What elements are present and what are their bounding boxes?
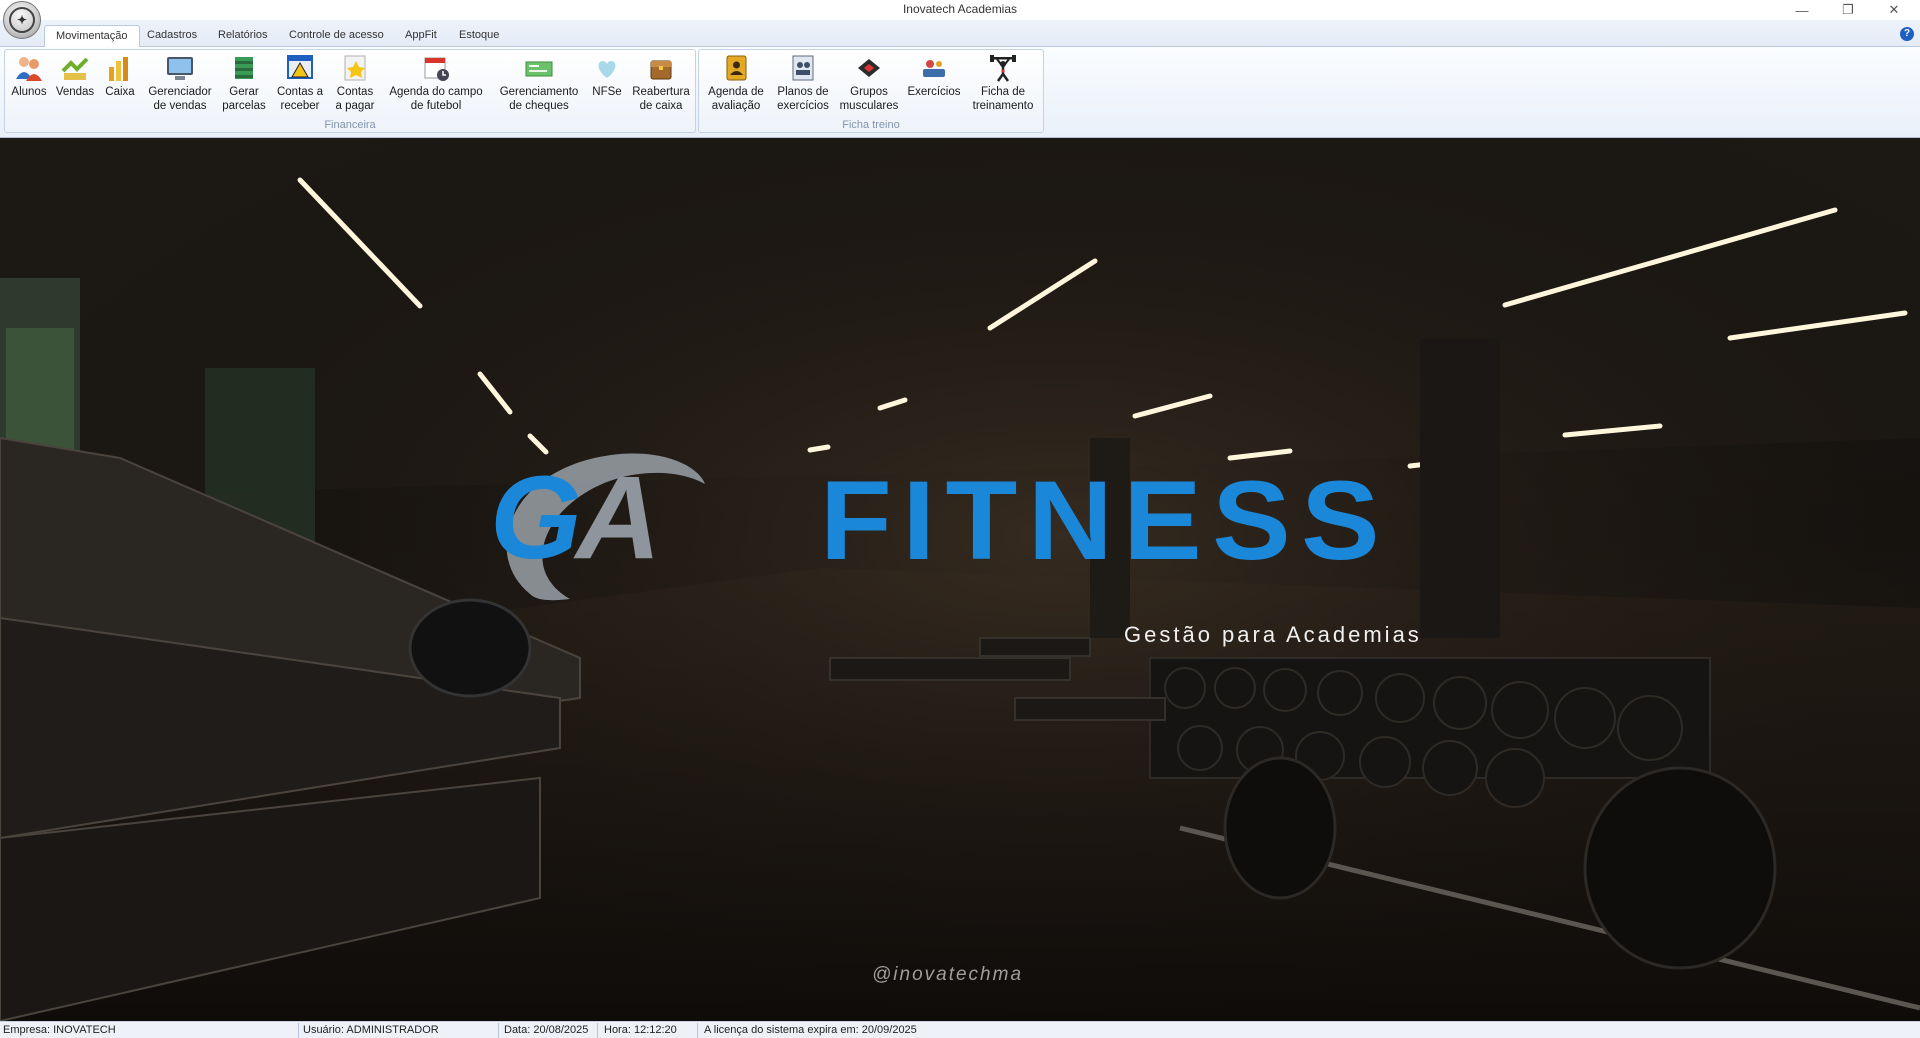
agenda-de-avaliacao-button[interactable]: Agenda de avaliação <box>705 52 767 118</box>
monitor-icon <box>164 52 196 84</box>
app-logo-icon: ✦ <box>9 7 35 33</box>
grupos-musculares-button[interactable]: Grupos musculares <box>837 52 901 118</box>
planos-de-exercicios-button[interactable]: Planos de exercícios <box>773 52 833 118</box>
money-stack-icon <box>228 52 260 84</box>
logo-subtitle: Gestão para Academias <box>1124 622 1422 647</box>
agenda-campo-futebol-button[interactable]: Agenda do campo de futebol <box>385 52 487 118</box>
vendas-button[interactable]: Vendas <box>55 52 95 118</box>
logo-letter-a: A <box>575 452 661 584</box>
students-icon <box>13 52 45 84</box>
alunos-button[interactable]: Alunos <box>9 52 49 118</box>
heart-ribbon-icon <box>591 52 623 84</box>
star-document-icon <box>339 52 371 84</box>
help-icon[interactable]: ? <box>1900 27 1914 41</box>
ribbon-group-ficha-treino: Agenda de avaliação Planos de exercícios… <box>698 49 1044 133</box>
close-button[interactable]: ✕ <box>1872 0 1916 20</box>
ribbon: Alunos Vendas Caixa Gerenciador de venda… <box>0 47 1920 138</box>
logo-word-fitness: FITNESS <box>820 458 1391 583</box>
contas-a-pagar-button[interactable]: Contas a pagar <box>333 52 377 118</box>
check-icon <box>523 52 555 84</box>
tab-controle-de-acesso[interactable]: Controle de acesso <box>278 25 395 47</box>
window-title: Inovatech Academias <box>902 2 1018 16</box>
contas-a-receber-button[interactable]: Contas a receber <box>275 52 325 118</box>
status-separator <box>498 1023 499 1038</box>
nfse-button[interactable]: NFSe <box>589 52 625 118</box>
cash-icon <box>104 52 136 84</box>
exercicios-button[interactable]: Exercícios <box>905 52 963 118</box>
social-handle: @inovatechma <box>872 964 1024 985</box>
sales-icon <box>59 52 91 84</box>
logo-ga: GA <box>490 450 661 586</box>
restore-button[interactable]: ❐ <box>1826 0 1870 20</box>
tab-estoque[interactable]: Estoque <box>448 25 510 47</box>
caixa-button[interactable]: Caixa <box>103 52 137 118</box>
status-bar: Empresa: INOVATECH Usuário: ADMINISTRADO… <box>0 1021 1920 1038</box>
tab-relatorios[interactable]: Relatórios <box>207 25 279 47</box>
calendar-clock-icon <box>420 52 452 84</box>
exercise-icon <box>918 52 950 84</box>
status-license: A licença do sistema expira em: 20/09/20… <box>704 1024 917 1036</box>
gerar-parcelas-button[interactable]: Gerar parcelas <box>221 52 267 118</box>
tab-appfit[interactable]: AppFit <box>394 25 448 47</box>
minimize-button[interactable]: — <box>1780 0 1824 20</box>
status-user: Usuário: ADMINISTRADOR <box>303 1024 439 1036</box>
gerenciamento-de-cheques-button[interactable]: Gerenciamento de cheques <box>495 52 583 118</box>
tab-cadastros[interactable]: Cadastros <box>136 25 208 47</box>
dashboard-background: GA FITNESS Gestão para Academias @inovat… <box>0 138 1920 1021</box>
reabertura-de-caixa-button[interactable]: Reabertura de caixa <box>629 52 693 118</box>
ficha-de-treinamento-button[interactable]: Ficha de treinamento <box>967 52 1039 118</box>
gerenciador-de-vendas-button[interactable]: Gerenciador de vendas <box>145 52 215 118</box>
ribbon-tabs: Movimentação Cadastros Relatórios Contro… <box>0 20 1920 48</box>
status-separator <box>298 1023 299 1038</box>
status-date: Data: 20/08/2025 <box>504 1024 589 1036</box>
ribbon-group-financeira: Alunos Vendas Caixa Gerenciador de venda… <box>4 49 696 133</box>
status-separator <box>597 1023 598 1038</box>
status-time: Hora: 12:12:20 <box>604 1024 677 1036</box>
status-company: Empresa: INOVATECH <box>3 1024 116 1036</box>
contact-book-icon <box>720 52 752 84</box>
muscle-group-icon <box>853 52 885 84</box>
plan-group-icon <box>787 52 819 84</box>
status-separator <box>697 1023 698 1038</box>
chest-icon <box>645 52 677 84</box>
logo-letter-g: G <box>490 452 582 584</box>
warning-window-icon <box>284 52 316 84</box>
group-label-ficha-treino: Ficha treino <box>842 119 900 131</box>
tab-movimentacao[interactable]: Movimentação <box>44 25 140 48</box>
app-menu-button[interactable]: ✦ <box>3 1 41 39</box>
weightlifter-icon <box>987 52 1019 84</box>
title-bar: Inovatech Academias — ❐ ✕ <box>0 0 1920 20</box>
group-label-financeira: Financeira <box>324 119 376 131</box>
